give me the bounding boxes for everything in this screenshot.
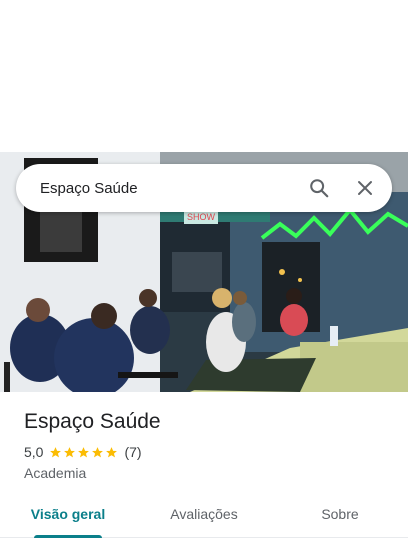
rating-row[interactable]: 5,0 (7) [24,444,142,460]
search-input[interactable]: Espaço Saúde [16,180,299,197]
search-icon [310,179,329,198]
place-category: Academia [24,465,87,481]
star-icon [78,446,90,457]
tab-about[interactable]: Sobre [272,498,408,537]
close-button[interactable] [345,168,385,208]
star-icon [64,446,76,457]
star-icon [92,446,104,457]
tab-label: Visão geral [30,506,106,522]
star-rating [49,446,119,459]
active-tab-indicator [34,535,102,538]
tab-reviews[interactable]: Avaliações [136,498,272,537]
review-count[interactable]: (7) [124,444,141,460]
tab-label: Sobre [321,506,359,522]
rating-value: 5,0 [24,444,44,460]
place-title: Espaço Saúde [24,410,161,433]
maps-place-page: SHOW Espaço Saúde Espaço Saúde 5,0 (7) A… [0,0,408,544]
tab-overview[interactable]: Visão geral [0,498,136,538]
search-bar[interactable]: Espaço Saúde [16,164,392,212]
tab-bar: Visão geral Avaliações Sobre [0,498,408,538]
star-icon [50,446,62,457]
star-icon [106,446,118,457]
photo-sign-text: SHOW [187,212,216,222]
search-button[interactable] [299,168,339,208]
tab-label: Avaliações [170,506,238,522]
close-icon [358,181,372,195]
